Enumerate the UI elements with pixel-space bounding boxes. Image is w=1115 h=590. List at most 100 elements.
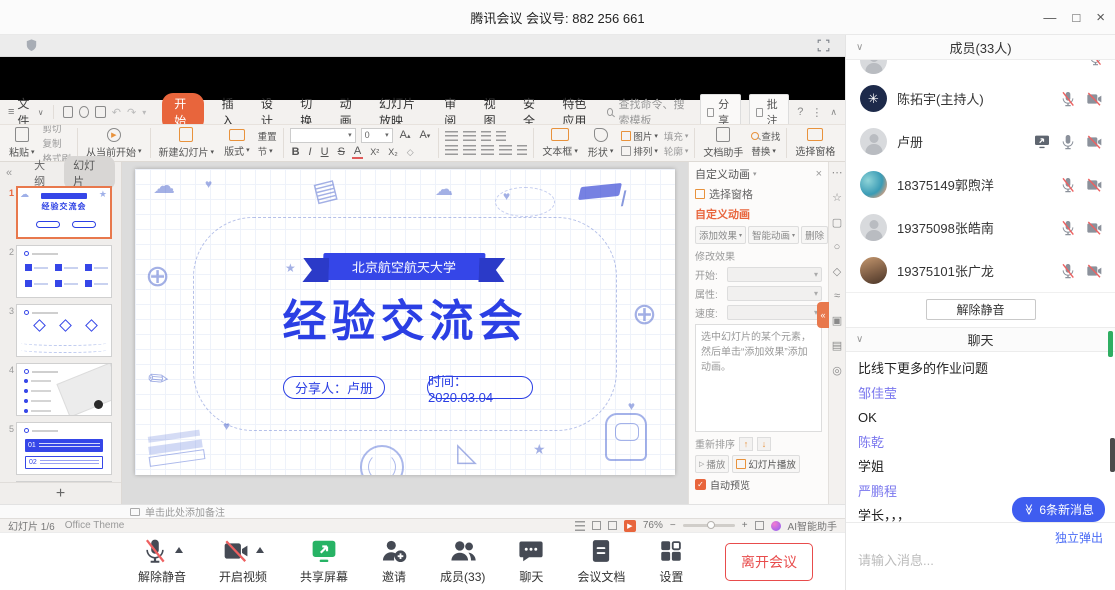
collapse-panel-icon[interactable]: « [6, 167, 12, 179]
picture-button[interactable]: 图片▾ [621, 129, 658, 143]
textbox-button[interactable]: 文本框▾ [537, 128, 583, 158]
more-tools-icon[interactable]: ⋯ [832, 166, 843, 179]
shape-tool-icon[interactable]: ○ [834, 241, 841, 253]
mic-options-caret[interactable] [175, 547, 183, 553]
collapse-strip-handle[interactable]: « [817, 302, 829, 328]
property-select[interactable]: ▾ [727, 286, 822, 301]
mic-muted-icon[interactable] [1060, 177, 1076, 193]
chat-scrollbar-thumb[interactable] [1108, 331, 1113, 357]
view-slide-sorter-icon[interactable] [592, 521, 601, 530]
member-row[interactable]: 19375101张广龙 [846, 249, 1115, 292]
wave-tool-icon[interactable]: ≈ [834, 290, 840, 302]
decrease-font-button[interactable]: A▾ [417, 129, 432, 141]
pane-icon[interactable]: ▢ [832, 216, 842, 229]
current-slide[interactable]: ☁ ♥ ▤ ☁ ♥ ★ ✎ ⊕ ⊕ ♥ ★ ◺ ♥ [135, 169, 675, 475]
slide-thumbnail[interactable]: 经验交流会 ☁ ★ [16, 186, 112, 239]
copy-button[interactable]: 复制 [43, 136, 72, 150]
selection-pane-link[interactable]: 选择窗格 [695, 186, 822, 202]
justify-icon[interactable] [499, 145, 512, 155]
mic-on-icon[interactable] [1060, 134, 1076, 150]
slide-banner[interactable]: 北京航空航天大学 [323, 253, 486, 280]
outline-button[interactable]: 轮廓▾ [664, 144, 689, 158]
speed-select[interactable]: ▾ [727, 305, 822, 320]
underline-button[interactable]: U [319, 146, 331, 158]
new-messages-pill[interactable]: ≫ 6条新消息 [1012, 497, 1105, 522]
find-button[interactable]: 查找 [751, 129, 780, 143]
align-center-icon[interactable] [463, 145, 476, 155]
settings-button[interactable]: 设置 [658, 538, 684, 585]
more-icon[interactable]: ⋮ [811, 106, 822, 119]
slide-thumbnail[interactable] [16, 304, 112, 357]
paste-button[interactable]: 粘贴▾ [4, 127, 40, 159]
zoom-out-icon[interactable]: − [670, 520, 676, 531]
close-pane-icon[interactable]: × [816, 168, 822, 180]
shape-button[interactable]: 形状▾ [583, 128, 619, 159]
preview-icon[interactable] [79, 106, 89, 118]
font-size-select[interactable]: 0▾ [361, 128, 393, 143]
undo-icon[interactable]: ↶ [112, 106, 121, 119]
increase-font-button[interactable]: A▴ [398, 129, 413, 141]
start-select[interactable]: ▾ [727, 267, 822, 282]
selection-pane-button[interactable]: 选择窗格 [790, 128, 840, 158]
replace-button[interactable]: 替换▾ [751, 144, 780, 158]
unmute-button[interactable]: 解除静音 [138, 538, 186, 585]
layout-button[interactable]: 版式▾ [219, 129, 255, 158]
target-tool-icon[interactable]: ◎ [832, 364, 842, 377]
fill-button[interactable]: 填充▾ [664, 129, 689, 143]
fit-window-icon[interactable] [755, 521, 764, 530]
camera-muted-icon[interactable] [1085, 220, 1103, 236]
screen-sharing-icon[interactable] [1033, 134, 1051, 150]
slide-thumbnail[interactable]: 01 02 [16, 422, 112, 475]
reset-button[interactable]: 重置 [258, 129, 277, 143]
view-normal-icon[interactable] [575, 521, 585, 531]
diamond-tool-icon[interactable]: ◇ [833, 265, 841, 278]
member-row[interactable]: 18375149郭煦洋 [846, 163, 1115, 206]
line-spacing-icon[interactable] [517, 145, 527, 155]
clear-format-button[interactable]: ◇ [405, 147, 416, 158]
print-icon[interactable] [95, 106, 105, 118]
collapse-members-icon[interactable]: ∨ [856, 42, 863, 53]
bold-button[interactable]: B [290, 146, 302, 158]
slideshow-play-button[interactable]: 幻灯片播放 [732, 455, 800, 473]
doc-helper-button[interactable]: 文档助手 [698, 127, 748, 159]
strikethrough-button[interactable]: S [336, 146, 347, 158]
member-row[interactable]: ✳ 陈拓宇(主持人) [846, 77, 1115, 120]
camera-muted-icon[interactable] [1085, 177, 1103, 193]
share-screen-button[interactable]: 共享屏幕 [300, 538, 348, 585]
indent-increase-icon[interactable] [496, 131, 506, 141]
sidebar-scrollbar-thumb[interactable] [1110, 438, 1115, 472]
favorites-icon[interactable]: ☆ [832, 191, 842, 204]
auto-preview-checkbox[interactable]: ✓ [695, 479, 706, 490]
slide-presenter[interactable]: 分享人：卢册 [283, 376, 385, 399]
member-row[interactable] [846, 60, 1115, 77]
move-up-button[interactable]: ↑ [739, 437, 753, 451]
collapse-chat-icon[interactable]: ∨ [856, 334, 863, 345]
member-row[interactable]: 卢册 [846, 120, 1115, 163]
add-slide-button[interactable]: + [0, 482, 121, 504]
font-color-button[interactable]: A [352, 146, 363, 159]
zoom-knob[interactable] [707, 521, 715, 529]
grid-tool-icon[interactable]: ▣ [832, 314, 842, 327]
maximize-icon[interactable]: □ [1072, 10, 1080, 25]
layers-tool-icon[interactable]: ▤ [832, 339, 842, 352]
zoom-slider[interactable] [683, 524, 735, 527]
popout-link[interactable]: 独立弹出 [858, 529, 1103, 546]
superscript-button[interactable]: X² [368, 147, 381, 157]
collapse-ribbon-icon[interactable]: ∧ [830, 107, 837, 118]
chat-button[interactable]: 聊天 [518, 538, 544, 585]
unmute-all-button[interactable]: 解除静音 [926, 299, 1036, 320]
ai-assistant-label[interactable]: AI智能助手 [788, 518, 837, 533]
move-down-button[interactable]: ↓ [757, 437, 771, 451]
mic-muted-icon[interactable] [1060, 220, 1076, 236]
subscript-button[interactable]: X₂ [386, 147, 400, 157]
chat-input[interactable] [858, 553, 1103, 568]
meeting-docs-button[interactable]: 会议文档 [577, 538, 625, 585]
slide-title[interactable]: 经验交流会 [135, 285, 675, 349]
close-icon[interactable]: × [1096, 9, 1105, 26]
indent-decrease-icon[interactable] [481, 131, 491, 141]
play-button[interactable]: ▷播放 [695, 455, 729, 473]
start-video-button[interactable]: 开启视频 [219, 538, 267, 585]
slideshow-play-icon[interactable]: ▶ [624, 520, 636, 532]
notes-bar[interactable]: 单击此处添加备注 [0, 504, 845, 518]
leave-meeting-button[interactable]: 离开会议 [725, 543, 813, 581]
